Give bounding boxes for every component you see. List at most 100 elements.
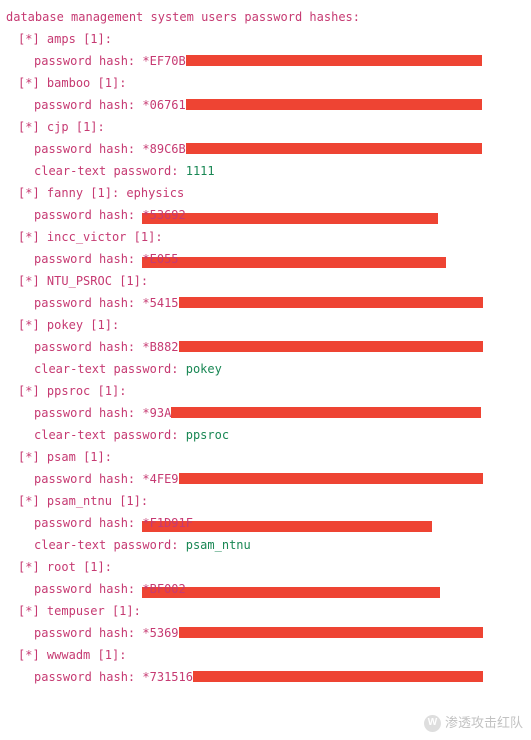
user-header: [*] fanny [1]: ephysics (6, 182, 527, 204)
hash-prefix: *06761 (142, 98, 185, 112)
cleartext-row: clear-text password: 1111 (6, 160, 527, 182)
hash-prefix: *B882 (142, 340, 178, 354)
count: [1]: (119, 494, 148, 508)
marker: [*] (18, 32, 40, 46)
cleartext-label: clear-text password: (34, 538, 179, 552)
marker: [*] (18, 186, 40, 200)
hash-prefix: *BF002 (142, 582, 185, 596)
hash-prefix: *93A (142, 406, 171, 420)
wechat-icon: W (424, 715, 441, 732)
cleartext-label: clear-text password: (34, 164, 179, 178)
redaction-bar (142, 213, 438, 224)
cleartext-value: ppsroc (186, 428, 229, 442)
redaction-bar (193, 671, 483, 682)
user-name: fanny (47, 186, 83, 200)
count: [1]: (83, 32, 112, 46)
hash-label: password hash: (34, 142, 135, 156)
hash-row: password hash: *5415 (6, 292, 527, 314)
user-header: [*] incc_victor [1]: (6, 226, 527, 248)
user-name: tempuser (47, 604, 105, 618)
marker: [*] (18, 450, 40, 464)
marker: [*] (18, 494, 40, 508)
count: [1]: (98, 384, 127, 398)
hash-label: password hash: (34, 626, 135, 640)
count: [1]: (83, 450, 112, 464)
hash-prefix: *F1D91F (142, 516, 193, 530)
marker: [*] (18, 560, 40, 574)
hash-label: password hash: (34, 98, 135, 112)
count: [1]: (90, 318, 119, 332)
hash-value: *53692 (142, 208, 185, 222)
hash-row: password hash: *F1D91F (6, 512, 527, 534)
hash-label: password hash: (34, 54, 135, 68)
marker: [*] (18, 384, 40, 398)
watermark: W 渗透攻击红队 (424, 712, 523, 734)
count: [1]: (98, 76, 127, 90)
redaction-bar (179, 627, 483, 638)
redaction-bar (186, 99, 482, 110)
hash-row: password hash: *89C6B (6, 138, 527, 160)
hash-prefix: *5415 (142, 296, 178, 310)
cleartext-value: pokey (186, 362, 222, 376)
hash-value: *BF002 (142, 582, 185, 596)
hash-prefix: *EF70B (142, 54, 185, 68)
user-name: bamboo (47, 76, 90, 90)
user-note: ephysics (126, 186, 184, 200)
hash-row: password hash: *EF70B (6, 50, 527, 72)
hash-label: password hash: (34, 208, 135, 222)
cleartext-row: clear-text password: psam_ntnu (6, 534, 527, 556)
count: [1]: (76, 120, 105, 134)
user-name: psam (47, 450, 76, 464)
cleartext-row: clear-text password: ppsroc (6, 424, 527, 446)
cleartext-row: clear-text password: pokey (6, 358, 527, 380)
redaction-bar (186, 55, 482, 66)
count: [1]: (119, 274, 148, 288)
hash-row: password hash: *06761 (6, 94, 527, 116)
hash-value: *E055 (142, 252, 178, 266)
hash-prefix: *89C6B (142, 142, 185, 156)
hash-label: password hash: (34, 406, 135, 420)
hash-row: password hash: *B882 (6, 336, 527, 358)
user-header: [*] psam [1]: (6, 446, 527, 468)
marker: [*] (18, 274, 40, 288)
hash-row: password hash: *BF002 (6, 578, 527, 600)
user-name: root (47, 560, 76, 574)
marker: [*] (18, 120, 40, 134)
cleartext-label: clear-text password: (34, 428, 179, 442)
hash-label: password hash: (34, 516, 135, 530)
hash-prefix: *53692 (142, 208, 185, 222)
user-name: psam_ntnu (47, 494, 112, 508)
redaction-bar (179, 341, 483, 352)
hash-row: password hash: *4FE9 (6, 468, 527, 490)
hash-row: password hash: *5369 (6, 622, 527, 644)
hash-label: password hash: (34, 340, 135, 354)
hash-label: password hash: (34, 472, 135, 486)
header: database management system users passwor… (6, 6, 527, 28)
hash-label: password hash: (34, 252, 135, 266)
redaction-bar (186, 143, 482, 154)
redaction-bar (142, 587, 440, 598)
redaction-bar (142, 257, 446, 268)
marker: [*] (18, 230, 40, 244)
count: [1]: (98, 648, 127, 662)
redaction-bar (171, 407, 481, 418)
user-header: [*] amps [1]: (6, 28, 527, 50)
count: [1]: (90, 186, 119, 200)
count: [1]: (112, 604, 141, 618)
hash-row: password hash: *53692 (6, 204, 527, 226)
count: [1]: (83, 560, 112, 574)
marker: [*] (18, 648, 40, 662)
user-name: ppsroc (47, 384, 90, 398)
user-name: amps (47, 32, 76, 46)
user-header: [*] ppsroc [1]: (6, 380, 527, 402)
user-header: [*] psam_ntnu [1]: (6, 490, 527, 512)
count: [1]: (134, 230, 163, 244)
cleartext-value: psam_ntnu (186, 538, 251, 552)
user-header: [*] pokey [1]: (6, 314, 527, 336)
hash-row: password hash: *93A (6, 402, 527, 424)
user-name: incc_victor (47, 230, 126, 244)
hash-row: password hash: *731516 (6, 666, 527, 688)
marker: [*] (18, 318, 40, 332)
hash-prefix: *E055 (142, 252, 178, 266)
marker: [*] (18, 604, 40, 618)
